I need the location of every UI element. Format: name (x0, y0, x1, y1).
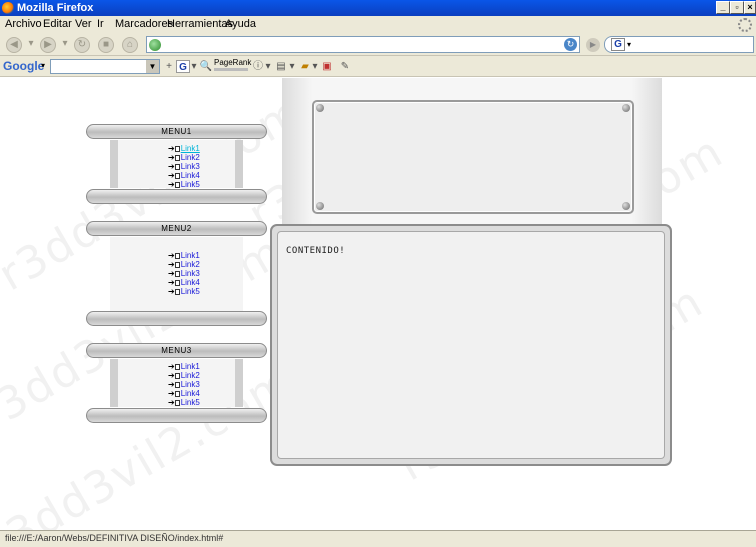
search-site-icon[interactable]: 🔍 (199, 60, 213, 73)
menu3-link-5[interactable]: ➔ Link5 (168, 398, 200, 407)
close-button[interactable]: × (744, 1, 756, 14)
menu-ayuda[interactable]: Ayuda (225, 18, 256, 30)
menu2-link-5[interactable]: ➔ Link5 (168, 287, 200, 296)
content-panel: CONTENIDO! (270, 224, 672, 466)
menu2-link-4[interactable]: ➔ Link4 (168, 278, 200, 287)
menu-archivo[interactable]: Archivo (5, 18, 42, 30)
menu2-body: ➔ Link1 ➔ Link2 ➔ Link3 ➔ Link4 ➔ Link5 (110, 237, 243, 311)
forward-dropdown-icon[interactable]: ▾ (60, 37, 70, 53)
bookmarks-dropdown-icon[interactable]: ▾ (311, 60, 319, 73)
home-icon[interactable]: ⌂ (122, 37, 138, 53)
search-dropdown-icon[interactable]: ▾ (190, 60, 198, 73)
menu2-title: MENU2 (161, 224, 192, 233)
menu2-header: MENU2 (86, 221, 267, 236)
menu1-title: MENU1 (161, 127, 192, 136)
menu3-footer (86, 408, 267, 423)
menu-editar[interactable]: Editar (43, 18, 72, 30)
content-inner: CONTENIDO! (277, 231, 665, 459)
navigation-toolbar: ◀ ▾ ▶ ▾ ↻ ■ ⌂ ↻ ▶ G ▾ (0, 34, 756, 56)
combobox-arrow-icon[interactable]: ▼ (146, 60, 159, 73)
highlighter-icon[interactable]: ✎ (338, 60, 352, 73)
menu3-link-4[interactable]: ➔ Link4 (168, 389, 200, 398)
pagerank-meter[interactable]: PageRank (214, 58, 251, 71)
image-icon[interactable]: ▣ (320, 60, 334, 73)
menu-ir[interactable]: Ir (97, 18, 104, 30)
title-bar: Mozilla Firefox _ ▫ × (0, 0, 756, 16)
window-title: Mozilla Firefox (17, 2, 94, 14)
menu2-link-1[interactable]: ➔ Link1 (168, 251, 200, 260)
rss-icon[interactable]: ▤ (274, 60, 288, 73)
stop-icon[interactable]: ■ (98, 37, 114, 53)
minimize-button[interactable]: _ (716, 1, 730, 14)
menu3-title: MENU3 (161, 346, 192, 355)
screw-icon (316, 202, 324, 210)
firefox-icon (2, 2, 14, 14)
back-arrow-icon[interactable]: ◀ (6, 37, 22, 53)
rss-dropdown-icon[interactable]: ▾ (288, 60, 296, 73)
menu-bar: Archivo Editar Ver Ir Marcadores Herrami… (0, 16, 756, 34)
google-toolbar: Google ▾ ▼ + G ▾ 🔍 PageRank ⓘ ▾ ▤ ▾ ▰ ▾ … (0, 56, 756, 77)
menu1-body: ➔ Link1 ➔ Link2 ➔ Link3 ➔ Link4 ➔ Link5 (110, 140, 243, 189)
menu1-footer (86, 189, 267, 204)
reload-icon[interactable]: ↻ (74, 37, 90, 53)
loading-throbber-icon (738, 18, 752, 32)
header-panel (312, 100, 634, 214)
menu-ver[interactable]: Ver (75, 18, 92, 30)
status-text: file:///E:/Aaron/Webs/DEFINITIVA DISEÑO/… (5, 533, 224, 543)
menu-marcadores[interactable]: Marcadores (115, 18, 173, 30)
menu3-link-1[interactable]: ➔ Link1 (168, 362, 200, 371)
google-logo[interactable]: Google (3, 59, 44, 73)
status-bar: file:///E:/Aaron/Webs/DEFINITIVA DISEÑO/… (0, 530, 756, 547)
menu-herramientas[interactable]: Herramientas (167, 18, 233, 30)
menu1-link-1[interactable]: ➔ Link1 (168, 144, 200, 153)
screw-icon (316, 104, 324, 112)
google-search-engine-icon[interactable]: G (611, 38, 625, 51)
menu1-link-2[interactable]: ➔ Link2 (168, 153, 200, 162)
url-go-icon[interactable]: ↻ (564, 38, 577, 51)
info-icon[interactable]: ⓘ (251, 60, 265, 73)
screw-icon (622, 104, 630, 112)
info-dropdown-icon[interactable]: ▾ (264, 60, 272, 73)
content-text: CONTENIDO! (286, 246, 346, 256)
google-search-icon[interactable]: G (176, 60, 190, 73)
search-input[interactable]: G ▾ (604, 36, 754, 53)
plus-icon[interactable]: + (162, 60, 176, 73)
menu3-link-3[interactable]: ➔ Link3 (168, 380, 200, 389)
menu2-link-3[interactable]: ➔ Link3 (168, 269, 200, 278)
url-input[interactable]: ↻ (146, 36, 580, 53)
screw-icon (622, 202, 630, 210)
menu1-header: MENU1 (86, 124, 267, 139)
menu3-header: MENU3 (86, 343, 267, 358)
menu3-link-2[interactable]: ➔ Link2 (168, 371, 200, 380)
menu1-link-4[interactable]: ➔ Link4 (168, 171, 200, 180)
menu1-link-5[interactable]: ➔ Link5 (168, 180, 200, 189)
site-globe-icon (149, 39, 161, 51)
forward-arrow-icon[interactable]: ▶ (40, 37, 56, 53)
back-dropdown-icon[interactable]: ▾ (26, 37, 36, 53)
menu1-link-3[interactable]: ➔ Link3 (168, 162, 200, 171)
google-logo-dropdown-icon[interactable]: ▾ (41, 61, 45, 70)
search-engine-dropdown-icon[interactable]: ▾ (627, 40, 631, 49)
bookmarks-folder-icon[interactable]: ▰ (298, 60, 312, 73)
go-arrow-icon[interactable]: ▶ (586, 38, 600, 52)
page-viewport: r3dd3vil2.com r3dd3vil2.com r3dd3vil2.co… (0, 78, 756, 530)
menu3-body: ➔ Link1 ➔ Link2 ➔ Link3 ➔ Link4 ➔ Link5 (110, 359, 243, 407)
google-search-combobox[interactable]: ▼ (50, 59, 160, 74)
menu2-footer (86, 311, 267, 326)
menu2-link-2[interactable]: ➔ Link2 (168, 260, 200, 269)
maximize-button[interactable]: ▫ (730, 1, 744, 14)
